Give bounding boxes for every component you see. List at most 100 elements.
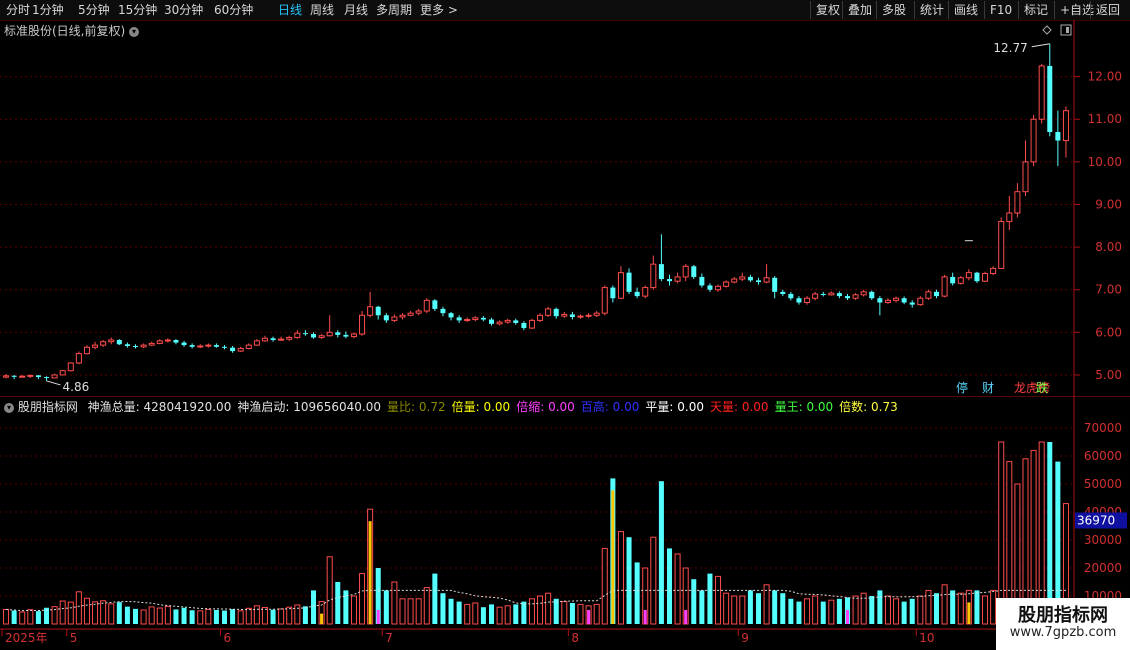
toolbar-button-4[interactable]: 画线 bbox=[948, 1, 983, 19]
candle-body bbox=[610, 287, 616, 299]
candle-body bbox=[788, 293, 794, 299]
candle-body bbox=[472, 317, 479, 321]
volume-bar bbox=[11, 610, 17, 624]
toolbar-button-1[interactable]: 叠加 bbox=[842, 1, 877, 19]
volume-bar bbox=[634, 562, 640, 624]
candle-body bbox=[423, 299, 430, 312]
period-tab-3[interactable]: 15分钟 bbox=[118, 1, 157, 19]
candle-body bbox=[723, 281, 730, 287]
candle-body bbox=[796, 298, 802, 303]
volume-bar bbox=[731, 595, 738, 625]
candle-body bbox=[553, 308, 559, 317]
candle-body bbox=[601, 287, 608, 314]
period-tab-8[interactable]: 月线 bbox=[344, 1, 368, 19]
candle-body bbox=[877, 298, 883, 303]
toolbar-button-5[interactable]: F10 bbox=[984, 1, 1017, 19]
event-badge[interactable]: 财 bbox=[982, 381, 994, 395]
title-dropdown-icon[interactable]: ▾ bbox=[129, 26, 140, 37]
diamond-icon[interactable] bbox=[1042, 25, 1052, 35]
volume-bar bbox=[415, 598, 422, 625]
candle-body bbox=[626, 272, 632, 292]
candle-body bbox=[739, 276, 746, 280]
volume-highlight-bar bbox=[320, 613, 324, 624]
stock-title: 标准股份(日线,前复权) bbox=[4, 24, 126, 38]
candle-body bbox=[480, 317, 486, 320]
candle-body bbox=[504, 319, 511, 323]
event-badge[interactable]: 跌 bbox=[1036, 380, 1048, 395]
candle-body bbox=[884, 299, 891, 304]
volume-bar bbox=[917, 595, 924, 625]
candle-body bbox=[950, 276, 956, 284]
x-axis-month-label: 2025年 bbox=[5, 631, 48, 645]
event-badge[interactable]: 停 bbox=[956, 380, 968, 395]
price-y-tick: 5.00 bbox=[1095, 368, 1122, 382]
toolbar-button-0[interactable]: 复权 bbox=[810, 1, 845, 19]
period-tab-2[interactable]: 5分钟 bbox=[78, 1, 110, 19]
candle-body bbox=[1038, 65, 1045, 120]
volume-bar bbox=[755, 593, 762, 624]
candle-body bbox=[116, 340, 122, 345]
volume-bar bbox=[132, 608, 139, 624]
candle-body bbox=[43, 377, 50, 379]
volume-bar bbox=[974, 590, 980, 624]
period-tab-4[interactable]: 30分钟 bbox=[164, 1, 203, 19]
candle-body bbox=[108, 339, 115, 343]
volume-bar bbox=[812, 595, 819, 625]
volume-bar bbox=[513, 604, 519, 624]
volume-bar bbox=[181, 607, 187, 624]
volume-bar bbox=[747, 590, 753, 624]
period-tab-6[interactable]: 日线 bbox=[278, 1, 302, 19]
candle-body bbox=[836, 293, 842, 297]
volume-bar bbox=[707, 573, 713, 624]
candle-body bbox=[1047, 65, 1053, 133]
volume-bar bbox=[286, 606, 293, 625]
price-y-tick: 8.00 bbox=[1095, 240, 1122, 254]
volume-bar bbox=[391, 581, 398, 625]
candle-body bbox=[1006, 212, 1013, 223]
period-tab-7[interactable]: 周线 bbox=[310, 1, 334, 19]
candle-body bbox=[415, 310, 422, 314]
volume-highlight-bar bbox=[684, 610, 688, 624]
candle-body bbox=[464, 319, 471, 322]
candle-body bbox=[658, 264, 664, 280]
volume-bar bbox=[674, 553, 681, 625]
current-volume-marker-text: 36970 bbox=[1077, 513, 1115, 527]
candle-body bbox=[990, 267, 997, 275]
price-y-tick: 7.00 bbox=[1095, 283, 1122, 297]
candle-body bbox=[92, 344, 99, 348]
volume-bar bbox=[601, 547, 608, 625]
volume-bar bbox=[3, 608, 10, 625]
volume-bar bbox=[561, 601, 568, 625]
candle-body bbox=[569, 314, 575, 317]
volume-bar bbox=[852, 595, 859, 625]
volume-bar bbox=[148, 606, 155, 625]
candle-body bbox=[852, 294, 859, 299]
toolbar-button-6[interactable]: 标记 bbox=[1018, 1, 1053, 19]
period-tab-10[interactable]: 更多 > bbox=[420, 1, 458, 19]
volume-bar bbox=[156, 607, 163, 625]
period-tab-1[interactable]: 1分钟 bbox=[32, 1, 64, 19]
volume-bar bbox=[100, 600, 107, 625]
volume-bar bbox=[116, 602, 122, 624]
candle-body bbox=[617, 272, 624, 299]
toolbar-button-2[interactable]: 多股 bbox=[876, 1, 911, 19]
candle-body bbox=[585, 314, 592, 317]
candle-body bbox=[205, 344, 212, 347]
max-price-label: 12.77 bbox=[993, 41, 1027, 55]
candle-body bbox=[432, 300, 438, 309]
volume-bar bbox=[488, 604, 495, 624]
period-tab-9[interactable]: 多周期 bbox=[376, 1, 412, 19]
candle-body bbox=[699, 276, 705, 286]
candle-body bbox=[83, 346, 90, 355]
period-tab-5[interactable]: 60分钟 bbox=[214, 1, 253, 19]
toolbar-button-8[interactable]: 返回 bbox=[1090, 1, 1125, 19]
period-tab-0[interactable]: 分时 bbox=[6, 1, 30, 19]
volume-bar bbox=[933, 593, 940, 624]
toolbar-button-3[interactable]: 统计 bbox=[914, 1, 949, 19]
volume-bar bbox=[245, 607, 252, 625]
candle-body bbox=[51, 374, 58, 379]
volume-bar bbox=[350, 595, 357, 625]
candle-body bbox=[812, 293, 819, 299]
candle-body bbox=[391, 316, 398, 321]
price-y-tick: 10.00 bbox=[1088, 155, 1122, 169]
